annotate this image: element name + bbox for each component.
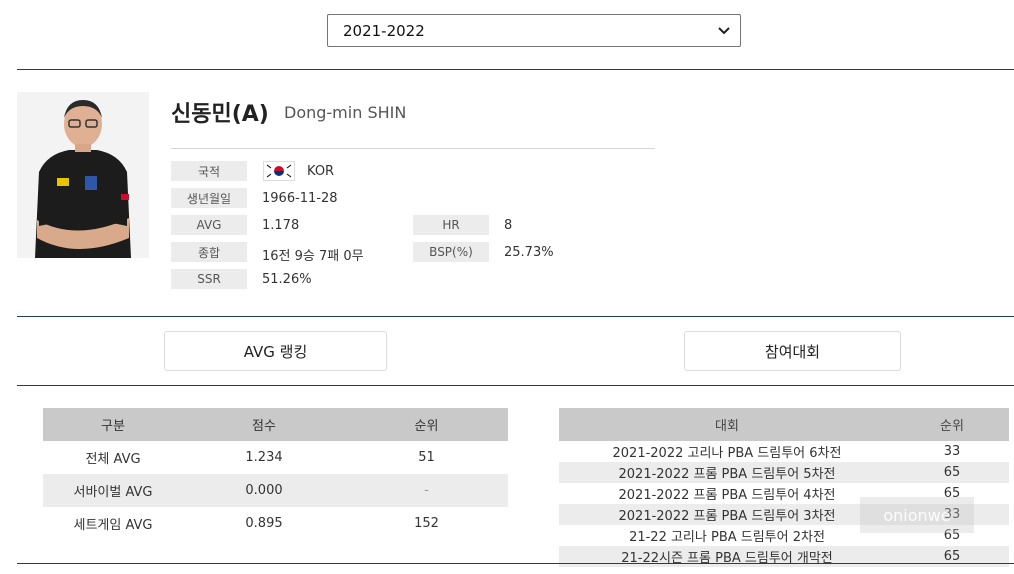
tournament-table: 대회 순위 2021-2022 고리나 PBA 드림투어 6차전 33 2021… — [559, 408, 1009, 567]
table-cell: 서바이벌 AVG — [43, 474, 183, 507]
name-divider — [171, 148, 655, 149]
tournament-name[interactable]: 21-22 고리나 PBA 드림투어 2차전 — [559, 525, 895, 546]
record-label: 종합 — [171, 242, 247, 262]
table-header-row: 대회 순위 — [559, 408, 1009, 441]
avg-ranking-table: 구분 점수 순위 전체 AVG 1.234 51 서바이벌 AVG 0.000 … — [43, 408, 508, 540]
table-row[interactable]: 2021-2022 고리나 PBA 드림투어 6차전 33 — [559, 441, 1009, 462]
season-select[interactable]: 2021-2022 — [327, 14, 741, 47]
table-cell: - — [345, 474, 508, 507]
watermark: onionwe — [860, 497, 974, 533]
tournament-rank: 65 — [895, 462, 1009, 483]
hr-value: 8 — [504, 218, 513, 233]
tab-avg-ranking[interactable]: AVG 랭킹 — [164, 331, 387, 371]
table-row[interactable]: 2021-2022 프롬 PBA 드림투어 5차전 65 — [559, 462, 1009, 483]
ssr-value: 51.26% — [262, 272, 312, 287]
player-photo — [17, 92, 149, 258]
divider — [17, 385, 1014, 386]
hr-label: HR — [413, 215, 489, 235]
chevron-down-icon — [718, 24, 730, 38]
divider — [17, 563, 1014, 564]
table-cell: 152 — [414, 516, 439, 531]
birth-value: 1966-11-28 — [262, 191, 338, 206]
column-header: 순위 — [345, 408, 508, 441]
player-name-korean: 신동민(A) — [171, 102, 269, 127]
tournament-name[interactable]: 2021-2022 고리나 PBA 드림투어 6차전 — [559, 441, 895, 462]
column-header: 대회 — [559, 408, 895, 441]
player-name-english: Dong-min SHIN — [284, 103, 407, 122]
tournament-name[interactable]: 2021-2022 프롬 PBA 드림투어 3차전 — [559, 504, 895, 525]
divider — [17, 316, 1014, 317]
korea-flag-icon — [263, 161, 295, 181]
tab-tournaments[interactable]: 참여대회 — [684, 331, 901, 371]
record-value: 16전 9승 7패 0무 — [262, 249, 364, 264]
tournament-name[interactable]: 2021-2022 프롬 PBA 드림투어 5차전 — [559, 462, 895, 483]
birth-label: 생년월일 — [171, 188, 247, 208]
table-cell: 1.234 — [245, 450, 283, 465]
season-select-value: 2021-2022 — [343, 21, 425, 40]
column-header: 점수 — [183, 408, 345, 441]
ssr-label: SSR — [171, 269, 247, 289]
bsp-value: 25.73% — [504, 245, 554, 260]
column-header: 구분 — [43, 408, 183, 441]
divider — [17, 69, 1014, 70]
table-cell: 0.000 — [183, 474, 345, 507]
bsp-label: BSP(%) — [413, 242, 489, 262]
table-cell: 0.895 — [245, 516, 283, 531]
table-cell: 전체 AVG — [85, 452, 141, 467]
table-row: 전체 AVG 1.234 51 — [43, 441, 508, 474]
table-cell: 51 — [418, 450, 435, 465]
tournament-rank: 33 — [943, 444, 961, 459]
nationality-value: KOR — [307, 164, 335, 179]
nationality-label: 국적 — [171, 161, 247, 181]
table-header-row: 구분 점수 순위 — [43, 408, 508, 441]
avg-value: 1.178 — [262, 218, 300, 233]
avg-label: AVG — [171, 215, 247, 235]
column-header: 순위 — [895, 408, 1009, 441]
tournament-name[interactable]: 2021-2022 프롬 PBA 드림투어 4차전 — [559, 483, 895, 504]
table-row: 세트게임 AVG 0.895 152 — [43, 507, 508, 540]
table-row: 서바이벌 AVG 0.000 - — [43, 474, 508, 507]
table-cell: 세트게임 AVG — [73, 518, 153, 533]
